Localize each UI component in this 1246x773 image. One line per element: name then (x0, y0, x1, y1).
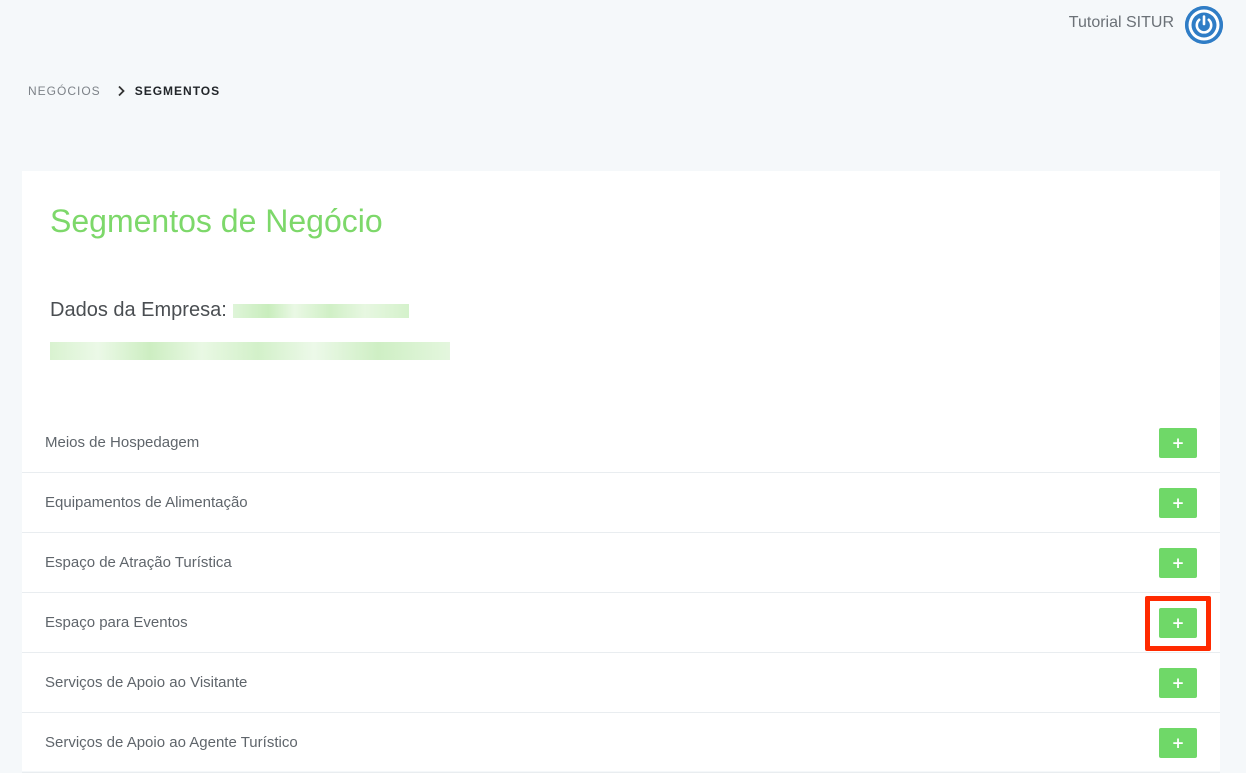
segment-row: Equipamentos de Alimentação + (22, 473, 1220, 533)
company-details-redacted (50, 342, 450, 360)
segment-label: Equipamentos de Alimentação (45, 494, 248, 511)
breadcrumb-segmentos: SEGMENTOS (134, 84, 221, 98)
segment-label: Espaço de Atração Turística (45, 554, 232, 571)
segment-label: Serviços de Apoio ao Visitante (45, 674, 248, 691)
add-servicos-de-apoio-ao-agente-turistico-button[interactable]: + (1159, 728, 1197, 758)
add-servicos-de-apoio-ao-visitante-button[interactable]: + (1159, 668, 1197, 698)
segments-card: Segmentos de Negócio Dados da Empresa: M… (22, 171, 1220, 773)
top-bar: Tutorial SITUR (0, 0, 1246, 50)
segment-label: Meios de Hospedagem (45, 434, 200, 451)
segment-label: Espaço para Eventos (45, 614, 188, 631)
user-name[interactable]: Tutorial SITUR (1069, 14, 1174, 32)
company-name-redacted (232, 303, 409, 318)
add-espaco-para-eventos-button[interactable]: + (1159, 608, 1197, 638)
company-label: Dados da Empresa: (50, 299, 227, 321)
add-meios-de-hospedagem-button[interactable]: + (1159, 428, 1197, 458)
segment-list: Meios de Hospedagem + Equipamentos de Al… (22, 413, 1220, 773)
segment-row: Serviços de Apoio ao Agente Turístico + (22, 713, 1220, 773)
page-title: Segmentos de Negócio (50, 203, 383, 239)
breadcrumb: NEGÓCIOS SEGMENTOS (28, 84, 220, 98)
segment-row: Espaço para Eventos + (22, 593, 1220, 653)
segment-row: Serviços de Apoio ao Visitante + (22, 653, 1220, 713)
company-info: Dados da Empresa: (50, 299, 409, 322)
add-espaco-de-atracao-turistica-button[interactable]: + (1159, 548, 1197, 578)
power-icon[interactable] (1185, 6, 1223, 44)
segment-row: Meios de Hospedagem + (22, 413, 1220, 473)
segment-row: Espaço de Atração Turística + (22, 533, 1220, 593)
breadcrumb-negocios[interactable]: NEGÓCIOS (28, 84, 101, 98)
add-equipamentos-de-alimentacao-button[interactable]: + (1159, 488, 1197, 518)
segment-label: Serviços de Apoio ao Agente Turístico (45, 734, 298, 751)
chevron-right-icon (117, 85, 125, 97)
